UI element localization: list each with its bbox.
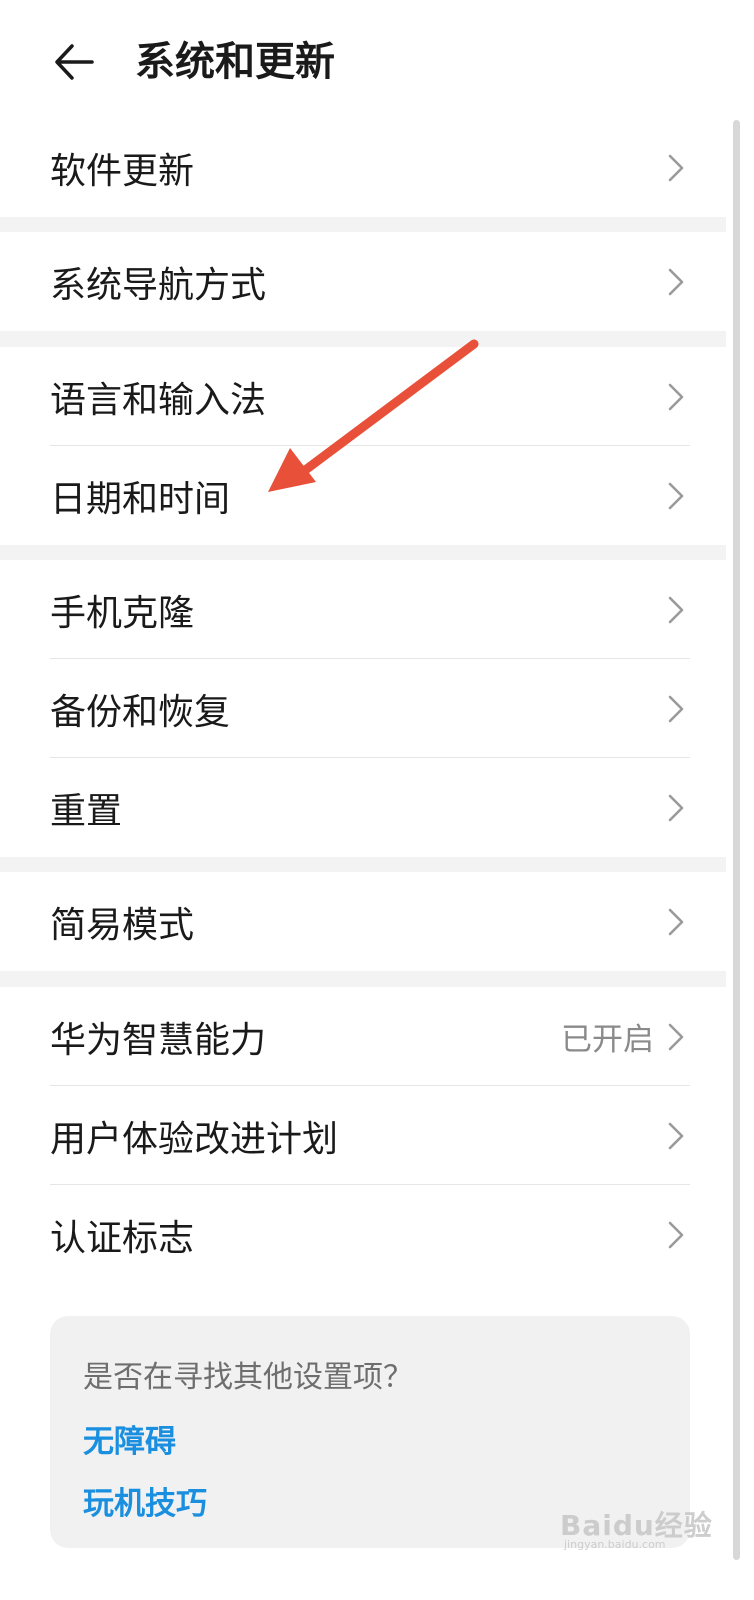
settings-group: 简易模式 [0,872,726,971]
list-item-system-navigation[interactable]: 系统导航方式 [50,232,690,331]
list-item-certification[interactable]: 认证标志 [50,1185,690,1284]
list-item-label: 备份和恢复 [50,691,231,733]
watermark-url: jingyan.baidu.com [564,1538,666,1551]
chevron-right-icon [662,148,690,188]
accessibility-link[interactable]: 无障碍 [83,1416,176,1461]
chevron-right-icon [662,1116,690,1156]
list-item-label: 认证标志 [50,1217,195,1259]
list-item-label: 日期和时间 [50,478,231,520]
settings-group: 软件更新 [0,118,726,217]
tips-link[interactable]: 玩机技巧 [83,1478,207,1523]
chevron-right-icon [662,590,690,630]
list-item-label: 手机克隆 [50,592,195,634]
list-item-label: 语言和输入法 [50,379,267,421]
group-separator [0,856,726,872]
list-item-label: 重置 [50,790,123,832]
list-item-language-input[interactable]: 语言和输入法 [50,347,690,446]
page-title: 系统和更新 [135,39,335,85]
chevron-right-icon [662,476,690,516]
settings-group: 语言和输入法 日期和时间 [0,347,726,545]
list-item-status: 已开启 [561,1022,654,1058]
list-item-date-time[interactable]: 日期和时间 [50,446,690,545]
chevron-right-icon [662,788,690,828]
group-separator [0,971,726,987]
list-item-label: 软件更新 [50,150,195,192]
watermark: Baidu经验 jingyan.baidu.com [560,1490,740,1554]
list-item-phone-clone[interactable]: 手机克隆 [50,560,690,659]
list-item-label: 系统导航方式 [50,264,267,306]
chevron-right-icon [662,902,690,942]
settings-group: 华为智慧能力 已开启 用户体验改进计划 认证标志 [0,987,726,1284]
list-item-backup-restore[interactable]: 备份和恢复 [50,659,690,758]
scrollbar[interactable] [733,120,740,1560]
list-item-label: 用户体验改进计划 [50,1118,339,1160]
list-item-simple-mode[interactable]: 简易模式 [50,872,690,971]
list-item-label: 华为智慧能力 [50,1019,267,1061]
list-item-label: 简易模式 [50,904,195,946]
app-header: 系统和更新 [0,0,754,120]
back-button[interactable] [48,36,100,88]
list-item-user-experience[interactable]: 用户体验改进计划 [50,1086,690,1185]
chevron-right-icon [662,1215,690,1255]
settings-group: 系统导航方式 [0,232,726,331]
list-item-huawei-assistant[interactable]: 华为智慧能力 已开启 [50,987,690,1086]
chevron-right-icon [662,1017,690,1057]
chevron-right-icon [662,262,690,302]
group-separator [0,544,726,560]
arrow-left-icon [55,44,94,80]
chevron-right-icon [662,377,690,417]
chevron-right-icon [662,689,690,729]
group-separator [0,217,726,232]
help-title: 是否在寻找其他设置项？ [83,1360,413,1395]
list-item-reset[interactable]: 重置 [50,758,690,857]
list-item-software-update[interactable]: 软件更新 [50,118,690,217]
group-separator [0,331,726,347]
settings-group: 手机克隆 备份和恢复 重置 [0,560,726,857]
